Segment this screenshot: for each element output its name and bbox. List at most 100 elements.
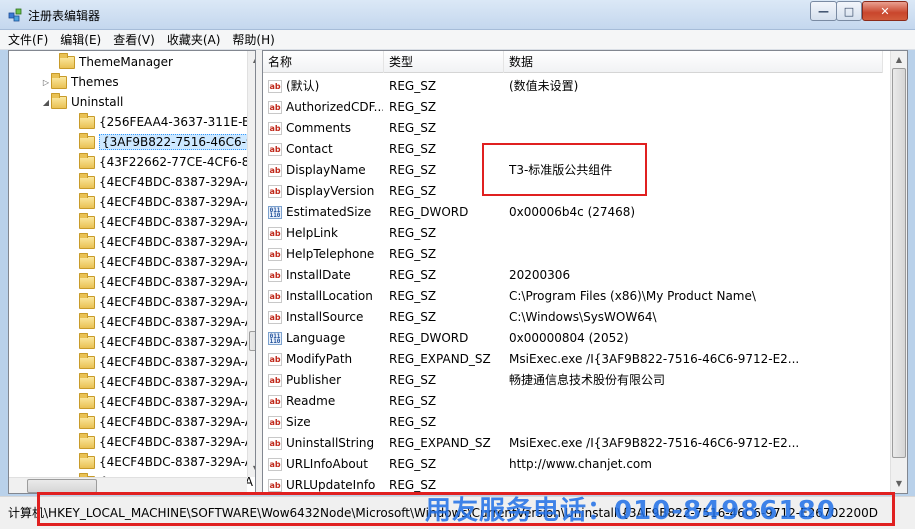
expander-icon[interactable] [69, 197, 79, 207]
tree-item[interactable]: {4ECF4BDC-8387-329A-A [69, 192, 255, 212]
value-name: HelpLink [286, 226, 338, 240]
expander-icon[interactable] [69, 317, 79, 327]
value-type: REG_SZ [389, 310, 437, 324]
scroll-up-icon[interactable]: ▲ [891, 51, 907, 68]
tree-item[interactable]: {4ECF4BDC-8387-329A-A [69, 212, 255, 232]
scroll-down-icon[interactable]: ▼ [248, 460, 255, 477]
expander-icon[interactable] [69, 417, 79, 427]
value-row[interactable]: ab InstallDate REG_SZ 20200306 [263, 265, 883, 286]
expander-icon[interactable] [69, 217, 79, 227]
expander-icon[interactable] [69, 357, 79, 367]
value-name-cell: ab DisplayVersion [268, 181, 383, 202]
value-row[interactable]: ab (默认) REG_SZ (数值未设置) [263, 76, 883, 97]
expander-icon[interactable] [69, 457, 79, 467]
expander-icon[interactable] [69, 377, 79, 387]
tree-item[interactable]: {4ECF4BDC-8387-329A-A [69, 372, 255, 392]
value-type: REG_SZ [389, 415, 437, 429]
tree-item[interactable]: {4ECF4BDC-8387-329A-A [69, 432, 255, 452]
value-data [509, 118, 799, 139]
minimize-button[interactable]: — [810, 1, 837, 21]
value-row[interactable]: ab Size REG_SZ [263, 412, 883, 433]
menu-favorites[interactable]: 收藏夹(A) [167, 31, 221, 48]
expander-icon[interactable] [69, 277, 79, 287]
value-name: (默认) [286, 79, 320, 93]
tree-item[interactable]: {4ECF4BDC-8387-329A-A [69, 332, 255, 352]
value-row[interactable]: ab URLInfoAbout REG_SZ http://www.chanjet.c… [263, 454, 883, 475]
maximize-button[interactable]: □ [836, 1, 862, 21]
expander-icon[interactable] [69, 437, 79, 447]
menu-help[interactable]: 帮助(H) [232, 31, 274, 48]
tree-item[interactable]: {256FEAA4-3637-311E-B4 [69, 112, 255, 132]
value-row[interactable]: ab Publisher REG_SZ 畅捷通信息技术股份有限公司 [263, 370, 883, 391]
value-name: Language [286, 331, 346, 345]
tree-item[interactable]: {4ECF4BDC-8387-329A-A [69, 172, 255, 192]
menu-file[interactable]: 文件(F) [8, 31, 48, 48]
expander-icon[interactable] [69, 137, 79, 147]
value-list[interactable]: 名称 类型 数据 ab (默认) REG_SZ (数值未设置) ab Authorized… [262, 50, 908, 494]
expander-icon[interactable] [69, 177, 79, 187]
value-type: REG_DWORD [389, 205, 469, 219]
menu-edit[interactable]: 编辑(E) [60, 31, 101, 48]
list-vertical-scrollbar[interactable]: ▲ ▼ [890, 51, 907, 493]
expander-icon[interactable] [69, 157, 79, 167]
value-row[interactable]: ab Comments REG_SZ [263, 118, 883, 139]
value-row[interactable]: ab HelpTelephone REG_SZ [263, 244, 883, 265]
key-tree[interactable]: ThemeManager ▷ Themes ◢ Uninstall {256FEAA4-3… [8, 50, 256, 494]
expander-icon[interactable] [49, 57, 59, 67]
tree-item[interactable]: {4ECF4BDC-8387-329A-A [69, 252, 255, 272]
value-row[interactable]: ab ModifyPath REG_EXPAND_SZ MsiExec.exe /I{… [263, 349, 883, 370]
value-row[interactable]: 011 110 EstimatedSize REG_DWORD 0x00006b4c (… [263, 202, 883, 223]
tree-vertical-scrollbar[interactable]: ▲ ▼ [247, 51, 255, 477]
expander-icon[interactable] [69, 237, 79, 247]
tree-item[interactable]: {4ECF4BDC-8387-329A-A [69, 392, 255, 412]
expander-icon[interactable] [69, 257, 79, 267]
tree-item[interactable]: {4ECF4BDC-8387-329A-A [69, 312, 255, 332]
tree-item[interactable]: {4ECF4BDC-8387-329A-A [69, 352, 255, 372]
value-name: Comments [286, 121, 352, 135]
tree-item[interactable]: ThemeManager [49, 52, 255, 72]
column-name-header[interactable]: 名称 [263, 51, 384, 73]
close-button[interactable]: ✕ [862, 1, 908, 21]
value-row[interactable]: ab AuthorizedCDF... REG_SZ [263, 97, 883, 118]
value-row[interactable]: ab InstallSource REG_SZ C:\Windows\SysWOW64… [263, 307, 883, 328]
expander-icon[interactable] [69, 117, 79, 127]
value-row[interactable]: ab HelpLink REG_SZ [263, 223, 883, 244]
tree-item[interactable]: {3AF9B822-7516-46C6-97 [69, 132, 255, 152]
string-value-icon: ab [268, 227, 282, 240]
tree-item[interactable]: ▷ Themes [41, 72, 255, 92]
tree-item[interactable]: {4ECF4BDC-8387-329A-A [69, 272, 255, 292]
scroll-up-icon[interactable]: ▲ [248, 51, 255, 68]
tree-item[interactable]: {4ECF4BDC-8387-329A-A [69, 452, 255, 472]
list-scroll-thumb[interactable] [892, 68, 906, 458]
tree-item-label: {4ECF4BDC-8387-329A-A [99, 215, 253, 229]
expander-icon[interactable] [69, 397, 79, 407]
tree-item[interactable]: {4ECF4BDC-8387-329A-A [69, 292, 255, 312]
tree-item[interactable]: {43F22662-77CE-4CF6-8E [69, 152, 255, 172]
value-row[interactable]: ab Readme REG_SZ [263, 391, 883, 412]
column-data-header[interactable]: 数据 [504, 51, 883, 73]
column-type-header[interactable]: 类型 [384, 51, 504, 73]
value-row[interactable]: ab UninstallString REG_EXPAND_SZ MsiExec.ex… [263, 433, 883, 454]
tree-hscroll-thumb[interactable] [27, 479, 97, 493]
expander-icon[interactable] [69, 297, 79, 307]
value-name: URLInfoAbout [286, 457, 368, 471]
tree-item[interactable]: ◢ Uninstall [41, 92, 255, 112]
value-name-cell: ab HelpLink [268, 223, 383, 244]
tree-item[interactable]: {4ECF4BDC-8387-329A-A [69, 232, 255, 252]
value-type: REG_SZ [389, 100, 437, 114]
folder-icon [79, 252, 95, 269]
tree-scroll-thumb[interactable] [249, 331, 255, 351]
expander-icon[interactable] [69, 337, 79, 347]
expander-icon[interactable]: ▷ [41, 77, 51, 87]
expander-icon[interactable]: ◢ [41, 97, 51, 107]
value-row[interactable]: 011 110 Language REG_DWORD 0x00000804 (2052) [263, 328, 883, 349]
value-data: (数值未设置) [509, 79, 579, 93]
value-data [509, 223, 799, 244]
menu-view[interactable]: 查看(V) [113, 31, 155, 48]
value-data [509, 244, 799, 265]
tree-item[interactable]: {4ECF4BDC-8387-329A-A [69, 412, 255, 432]
scroll-down-icon[interactable]: ▼ [891, 475, 907, 492]
value-row[interactable]: ab InstallLocation REG_SZ C:\Program Files … [263, 286, 883, 307]
value-type: REG_SZ [389, 247, 437, 261]
value-type: REG_SZ [389, 79, 437, 93]
